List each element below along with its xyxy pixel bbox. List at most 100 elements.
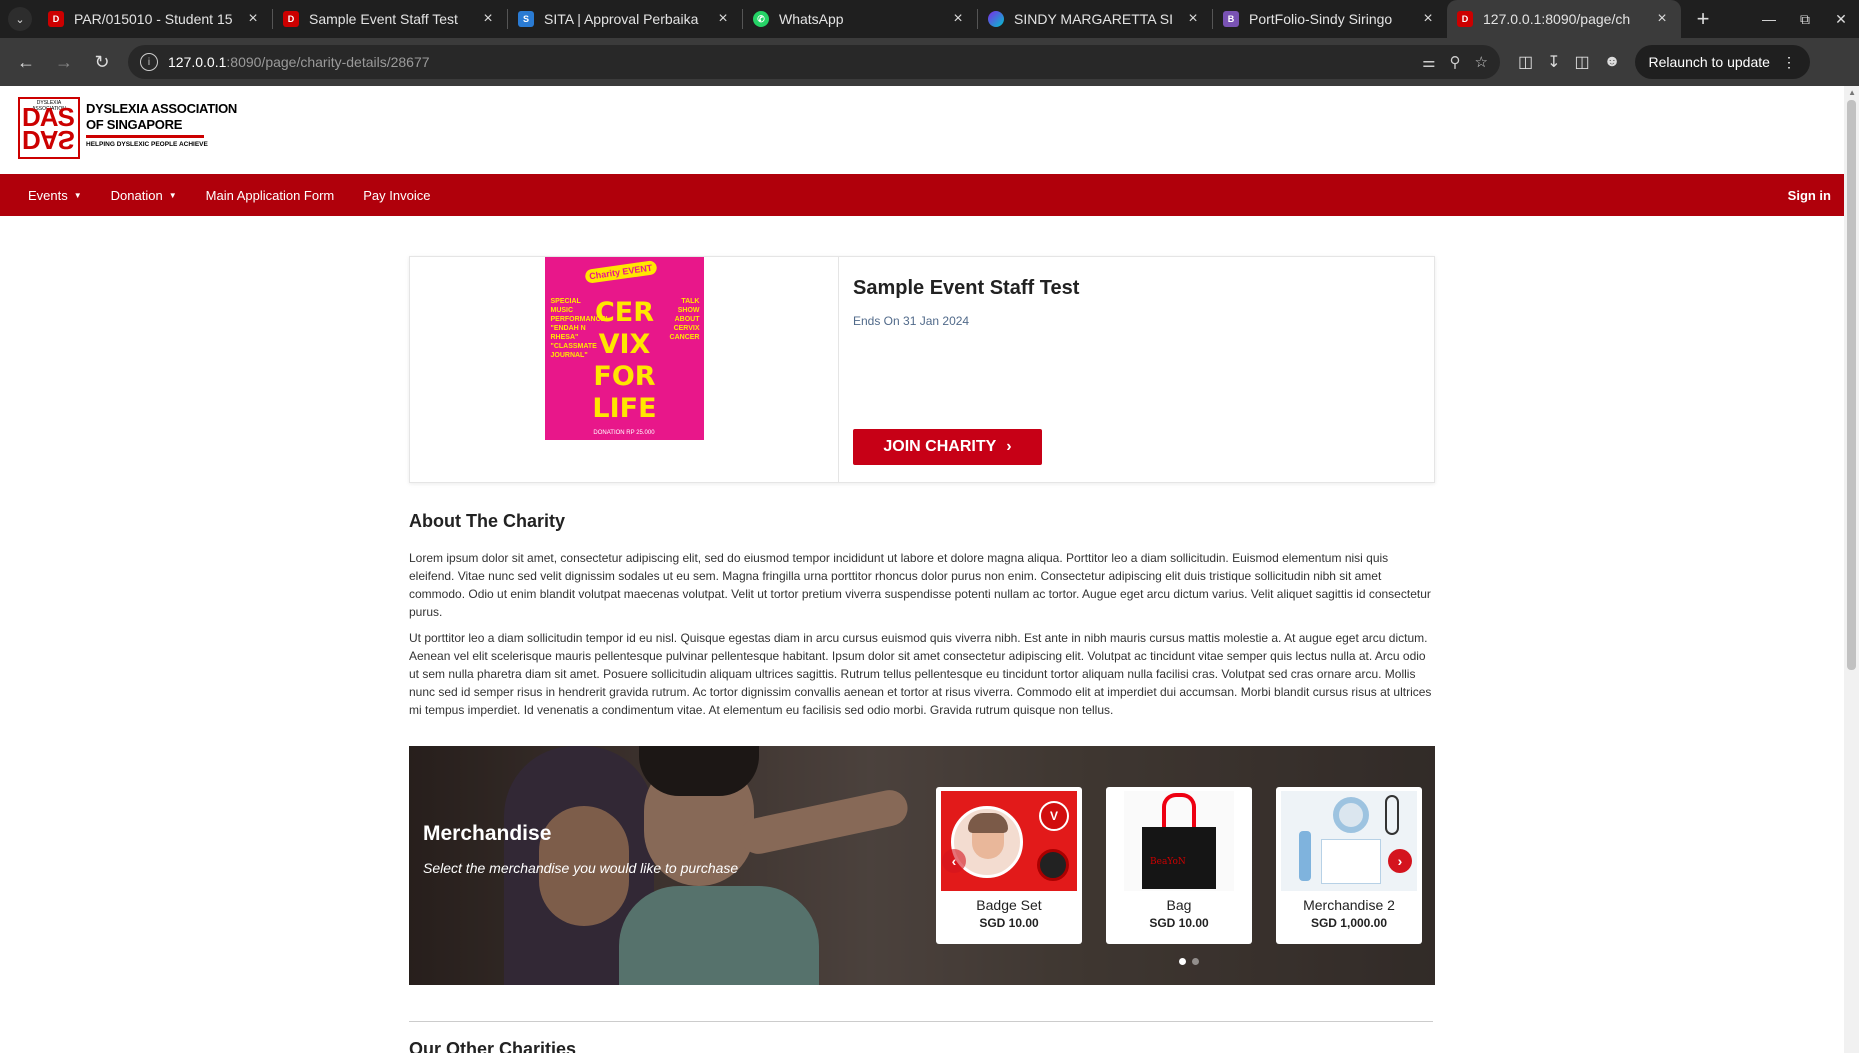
bookmark-star-icon[interactable]: ☆	[1475, 53, 1488, 71]
das-logo[interactable]: DYSLEXIA ASSOCIATION DAS DAS DYSLEXIA AS…	[18, 97, 1859, 159]
chevron-right-icon: ›	[1006, 438, 1012, 455]
close-tab-icon[interactable]: ×	[1653, 10, 1671, 28]
carousel-next-icon[interactable]: ›	[1388, 849, 1412, 873]
badge-set-image: V	[941, 791, 1077, 891]
extensions-icon[interactable]: ◫	[1518, 52, 1533, 72]
nav-pay-invoice[interactable]: Pay Invoice	[363, 188, 430, 203]
browser-toolbar: ← → ↻ i 127.0.0.1:8090/page/charity-deta…	[0, 38, 1859, 86]
browser-tab[interactable]: ✆ WhatsApp ×	[743, 0, 977, 38]
relaunch-button[interactable]: Relaunch to update ⋮	[1634, 45, 1810, 79]
close-tab-icon[interactable]: ×	[479, 10, 497, 28]
relaunch-label: Relaunch to update	[1648, 54, 1770, 70]
browser-tab[interactable]: S SITA | Approval Perbaika ×	[508, 0, 742, 38]
nav-donation[interactable]: Donation ▼	[111, 188, 177, 203]
bag-image: BeaYoN	[1124, 791, 1234, 891]
browser-tab[interactable]: B PortFolio-Sindy Siringo ×	[1213, 0, 1447, 38]
merchandise-title: Merchandise	[423, 822, 552, 845]
merch-name: Badge Set	[976, 897, 1042, 913]
browser-tab[interactable]: D Sample Event Staff Test ×	[273, 0, 507, 38]
canva-icon	[988, 11, 1004, 27]
merch-price: SGD 10.00	[979, 916, 1039, 930]
download-icon[interactable]: ↧	[1547, 52, 1560, 72]
sign-in-link[interactable]: Sign in	[1788, 188, 1831, 203]
close-tab-icon[interactable]: ×	[244, 10, 262, 28]
das-logo-mark: DYSLEXIA ASSOCIATION DAS DAS	[18, 97, 80, 159]
merch-price: SGD 1,000.00	[1310, 916, 1388, 930]
address-bar[interactable]: i 127.0.0.1:8090/page/charity-details/28…	[128, 45, 1500, 79]
scroll-up-icon[interactable]: ▲	[1848, 88, 1856, 97]
event-title: Sample Event Staff Test	[853, 277, 1080, 299]
zoom-icon[interactable]: ⚲	[1450, 53, 1461, 71]
browser-tab[interactable]: SINDY MARGARETTA SI ×	[978, 0, 1212, 38]
carousel-dots	[1179, 958, 1199, 965]
merchandise-subtitle: Select the merchandise you would like to…	[423, 860, 739, 876]
carousel-prev-icon[interactable]: ‹	[942, 849, 966, 873]
tab-title: Sample Event Staff Test	[309, 11, 458, 27]
reload-icon[interactable]: ↻	[86, 46, 118, 78]
merch-price: SGD 10.00	[1149, 916, 1209, 930]
more-menu-icon[interactable]: ⋮	[1782, 54, 1796, 71]
site-info-icon[interactable]: i	[140, 53, 158, 71]
event-card: Charity EVENT SPECIAL MUSIC PERFORMANCE!…	[409, 256, 1435, 483]
tab-title: SINDY MARGARETTA SI	[1014, 11, 1173, 27]
event-poster-image: Charity EVENT SPECIAL MUSIC PERFORMANCE!…	[544, 257, 704, 482]
url-host: 127.0.0.1	[168, 54, 227, 70]
translate-icon[interactable]: ⚌	[1422, 53, 1435, 71]
nav-main-application-form[interactable]: Main Application Form	[206, 188, 335, 203]
forward-icon[interactable]: →	[48, 46, 80, 78]
close-tab-icon[interactable]: ×	[949, 10, 967, 28]
carousel-dot[interactable]	[1179, 958, 1186, 965]
back-icon[interactable]: ←	[10, 46, 42, 78]
das-logo-icon: D	[1457, 11, 1473, 27]
about-title: About The Charity	[409, 511, 565, 531]
close-tab-icon[interactable]: ×	[1184, 10, 1202, 28]
caret-down-icon: ▼	[73, 190, 82, 200]
page-scrollbar[interactable]: ▲	[1844, 86, 1859, 1053]
merch-name: Bag	[1166, 897, 1192, 913]
merch-card-badge-set[interactable]: V Badge Set SGD 10.00 ‹	[936, 787, 1082, 944]
main-navbar: Events ▼ Donation ▼ Main Application Form …	[0, 174, 1859, 216]
tab-search-chevron-icon[interactable]: ⌄	[8, 7, 32, 31]
main-content: Charity EVENT SPECIAL MUSIC PERFORMANCE!…	[409, 256, 1435, 1053]
das-logo-icon: D	[283, 11, 299, 27]
tab-title: 127.0.0.1:8090/page/ch	[1483, 11, 1631, 27]
other-charities-title: Our Other Charities	[409, 1039, 577, 1053]
logo-line-2: OF SINGAPORE	[86, 117, 183, 132]
sita-logo-icon: S	[518, 11, 534, 27]
browser-tab-active[interactable]: D 127.0.0.1:8090/page/ch ×	[1447, 0, 1681, 38]
about-paragraph: Ut porttitor leo a diam sollicitudin tem…	[409, 631, 1432, 717]
tab-title: PortFolio-Sindy Siringo	[1249, 11, 1393, 27]
site-header: DYSLEXIA ASSOCIATION DAS DAS DYSLEXIA AS…	[0, 86, 1859, 174]
close-tab-icon[interactable]: ×	[714, 10, 732, 28]
restore-icon[interactable]: ⧉	[1787, 11, 1823, 28]
nav-events[interactable]: Events ▼	[28, 188, 82, 203]
minimize-icon[interactable]: —	[1751, 11, 1787, 27]
join-charity-button[interactable]: JOIN CHARITY ›	[853, 429, 1042, 465]
event-end-date: Ends On 31 Jan 2024	[853, 314, 970, 328]
caret-down-icon: ▼	[168, 190, 177, 200]
whatsapp-icon: ✆	[753, 11, 769, 27]
logo-line-1: DYSLEXIA ASSOCIATION	[86, 101, 237, 116]
profile-avatar-icon[interactable]: ☻	[1604, 53, 1621, 71]
merch-card-bag[interactable]: BeaYoN Bag SGD 10.00	[1106, 787, 1252, 944]
merch-card-merchandise-2[interactable]: Merchandise 2 SGD 1,000.00 ›	[1276, 787, 1422, 944]
tab-title: PAR/015010 - Student 15	[74, 11, 233, 27]
carousel-dot[interactable]	[1192, 958, 1199, 965]
browser-tab[interactable]: D PAR/015010 - Student 15 ×	[38, 0, 272, 38]
new-tab-icon[interactable]: +	[1691, 6, 1715, 32]
close-window-icon[interactable]: ✕	[1823, 11, 1859, 28]
tab-title: SITA | Approval Perbaika	[544, 11, 699, 27]
page-viewport: DYSLEXIA ASSOCIATION DAS DAS DYSLEXIA AS…	[0, 86, 1859, 1053]
das-logo-icon: D	[48, 11, 64, 27]
about-paragraph: Lorem ipsum dolor sit amet, consectetur …	[409, 551, 1431, 619]
bootstrap-icon: B	[1223, 11, 1239, 27]
scroll-thumb[interactable]	[1847, 100, 1856, 670]
browser-tab-bar: ⌄ D PAR/015010 - Student 15 × D Sample E…	[0, 0, 1859, 38]
close-tab-icon[interactable]: ×	[1419, 10, 1437, 28]
merch-name: Merchandise 2	[1303, 897, 1395, 913]
merchandise-banner: Merchandise Select the merchandise you w…	[409, 746, 1435, 985]
merchandise-2-image	[1281, 791, 1417, 891]
logo-tagline: HELPING DYSLEXIC PEOPLE ACHIEVE	[86, 141, 208, 148]
tab-title: WhatsApp	[779, 11, 844, 27]
side-panel-icon[interactable]: ◫	[1575, 52, 1590, 72]
